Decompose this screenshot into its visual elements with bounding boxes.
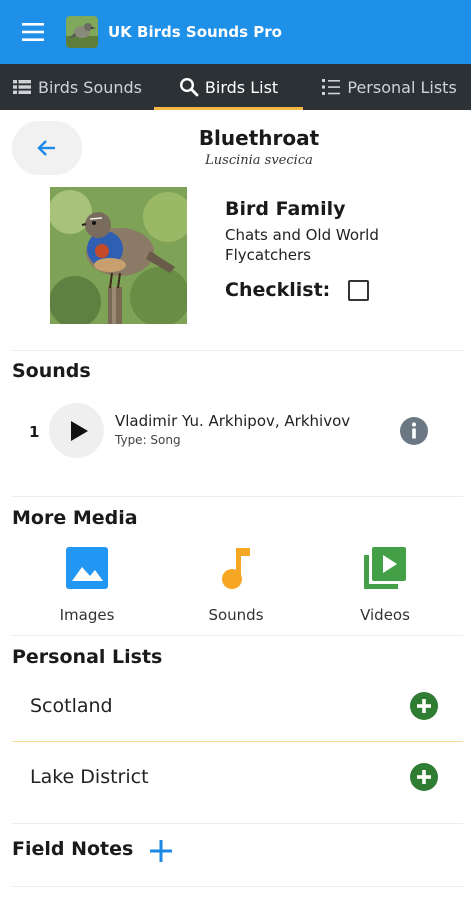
bird-latin-name: Luscinia svecica [205, 153, 313, 168]
divider [12, 350, 463, 351]
media-label: Videos [360, 606, 410, 624]
field-notes-title: Field Notes [12, 838, 134, 860]
tab-label: Birds List [204, 77, 279, 97]
sound-author: Vladimir Yu. Arkhipov, Arkhivov [115, 412, 351, 430]
sounds-title: Sounds [12, 360, 91, 382]
checklist-checkbox[interactable] [348, 280, 369, 301]
personal-lists-title: Personal Lists [12, 646, 163, 668]
sound-index: 1 [29, 423, 40, 441]
menu-icon [22, 23, 44, 41]
music-note-icon [222, 548, 250, 589]
personal-list-name: Scotland [30, 695, 113, 717]
checklist-label: Checklist: [225, 279, 331, 301]
play-button[interactable] [49, 403, 104, 458]
bird-photo[interactable] [50, 187, 187, 324]
personal-list-name: Lake District [30, 766, 149, 788]
arrow-back-icon [37, 140, 55, 156]
plus-icon [150, 840, 172, 862]
bird-name: Bluethroat [198, 126, 320, 150]
app-bar: UK Birds Sounds Pro [0, 0, 471, 64]
tab-bar: Birds Sounds Birds List Personal Lists [0, 64, 471, 110]
add-field-note-button[interactable] [147, 837, 175, 865]
play-icon [70, 420, 88, 441]
media-images-button[interactable]: Images [12, 542, 162, 632]
sound-type: Type: Song [115, 433, 181, 447]
media-label: Sounds [208, 606, 264, 624]
tab-personal-lists[interactable]: Personal Lists [303, 64, 471, 110]
info-icon [400, 417, 428, 445]
personal-list-row[interactable]: Scotland [12, 671, 463, 741]
personal-list-row[interactable]: Lake District [12, 742, 463, 812]
app-logo [66, 16, 98, 48]
media-label: Images [59, 606, 115, 624]
search-icon [179, 77, 199, 97]
app-title: UK Birds Sounds Pro [108, 23, 282, 41]
bird-family-label: Bird Family [225, 198, 346, 220]
tab-birds-list[interactable]: Birds List [153, 64, 304, 110]
tab-birds-sounds[interactable]: Birds Sounds [0, 64, 154, 110]
more-media-title: More Media [12, 507, 138, 529]
image-icon [66, 547, 108, 589]
media-videos-button[interactable]: Videos [310, 542, 460, 632]
bird-family-value: Chats and Old World Flycatchers [225, 226, 379, 264]
video-library-icon [364, 547, 406, 589]
menu-button[interactable] [0, 0, 66, 64]
divider [12, 823, 463, 824]
divider [12, 496, 463, 497]
back-button[interactable] [12, 121, 82, 175]
tab-label: Personal Lists [347, 77, 457, 97]
info-button[interactable] [399, 416, 429, 446]
checklist-icon [322, 79, 341, 95]
divider [12, 886, 463, 887]
media-sounds-button[interactable]: Sounds [161, 542, 311, 632]
tab-label: Birds Sounds [38, 77, 143, 97]
add-to-list-icon[interactable] [409, 691, 439, 721]
add-to-list-icon[interactable] [409, 762, 439, 792]
list-icon [13, 80, 31, 94]
divider [12, 635, 463, 636]
